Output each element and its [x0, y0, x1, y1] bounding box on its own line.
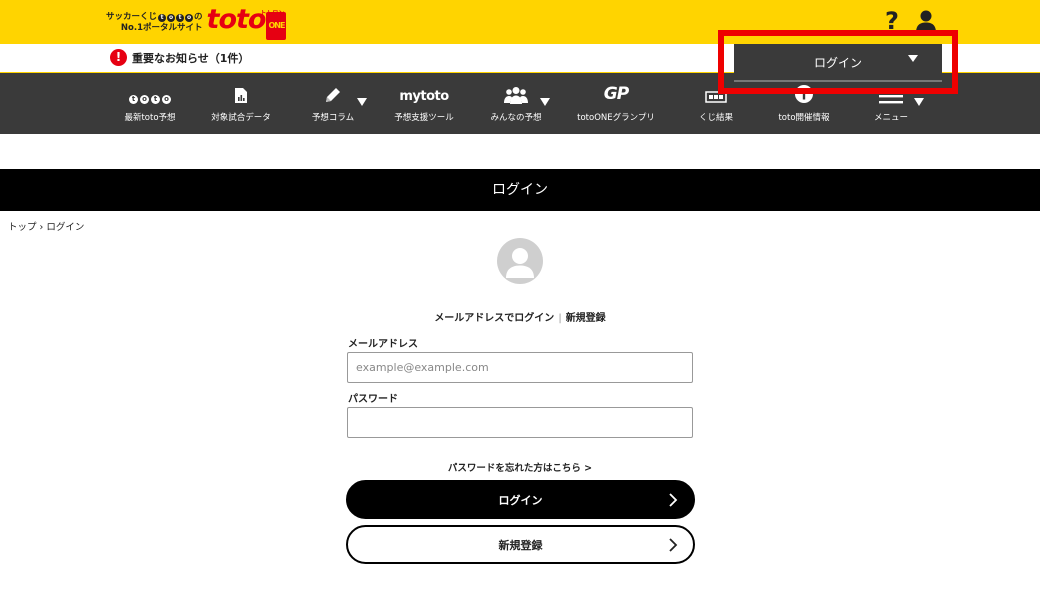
- password-label: パスワード: [348, 394, 398, 405]
- nav-item-everyone-prediction[interactable]: みんなの予想: [466, 73, 566, 134]
- gp-text: GP: [603, 84, 629, 104]
- group-icon: [466, 73, 566, 107]
- nav-label: くじ結果: [698, 113, 733, 123]
- breadcrumb: トップ › ログイン: [8, 219, 84, 233]
- breadcrumb-current: ログイン: [46, 222, 85, 233]
- toto-balls-icon: t o t o: [100, 73, 200, 107]
- breadcrumb-home-link[interactable]: トップ: [8, 222, 37, 233]
- logo-ball: o: [167, 13, 176, 22]
- forgot-password-link[interactable]: パスワードを忘れた方はこちら >: [0, 460, 1040, 474]
- password-field[interactable]: [347, 407, 693, 438]
- chevron-down-icon: [357, 98, 367, 106]
- nav-item-prediction-column[interactable]: 予想コラム: [283, 73, 383, 134]
- chevron-down-icon: [914, 98, 924, 106]
- nav-label: 最新toto予想: [124, 113, 176, 123]
- mytoto-text: mytoto: [399, 89, 449, 104]
- toto-ball: t: [151, 95, 160, 104]
- nav-label: 予想支援ツール: [394, 113, 454, 123]
- chevron-right-icon: [669, 493, 678, 507]
- logo-kana: トトワン: [260, 10, 285, 17]
- nav-item-results[interactable]: くじ結果: [666, 73, 766, 134]
- site-logo[interactable]: サッカーくじ t o t o の No.1ポータルサイト toto ONE トトワ…: [106, 6, 287, 40]
- logo-ball: o: [185, 13, 194, 22]
- nav-label: toto開催情報: [778, 113, 830, 123]
- page-title: ログイン: [0, 169, 1040, 211]
- avatar-placeholder-icon: [497, 238, 543, 284]
- logo-ball: t: [176, 13, 185, 22]
- login-button-label: ログイン: [498, 493, 543, 507]
- logo-tagline: サッカーくじ t o t o の No.1ポータルサイト: [106, 12, 203, 34]
- nav-label: メニュー: [873, 113, 908, 123]
- important-notice-link[interactable]: ! 重要なお知らせ（1件）: [110, 49, 249, 66]
- nav-label: 予想コラム: [311, 113, 355, 123]
- tab-separator: |: [558, 313, 562, 324]
- toto-ball: t: [129, 95, 138, 104]
- logo-tagline-portal: No.1ポータルサイト: [120, 23, 203, 33]
- user-account-icon[interactable]: [914, 9, 938, 33]
- nav-label: みんなの予想: [490, 113, 542, 123]
- toto-ball: o: [162, 95, 171, 104]
- top-header: サッカーくじ t o t o の No.1ポータルサイト toto ONE トトワ…: [0, 0, 1040, 44]
- breadcrumb-separator: ›: [39, 222, 44, 233]
- user-silhouette-icon: [916, 10, 936, 33]
- email-field[interactable]: [347, 352, 693, 383]
- chevron-down-icon: [540, 98, 550, 106]
- toto-ball: o: [140, 95, 149, 104]
- gp-icon: GP: [566, 73, 666, 107]
- nav-item-menu[interactable]: メニュー: [841, 73, 941, 134]
- document-chart-icon: [191, 73, 291, 107]
- logo-tagline-text: サッカーくじ: [106, 12, 158, 22]
- pencil-icon: [283, 73, 383, 107]
- tab-email-login[interactable]: メールアドレスでログイン: [434, 313, 554, 324]
- tab-register[interactable]: 新規登録: [566, 313, 606, 324]
- nav-item-grand-prix[interactable]: GP totoONEグランプリ: [566, 73, 666, 134]
- login-dropdown-label: ログイン: [813, 55, 862, 70]
- chevron-down-icon: [908, 55, 918, 62]
- nav-item-toto-info[interactable]: toto開催情報: [754, 73, 854, 134]
- help-icon[interactable]: ?: [880, 8, 904, 34]
- email-label: メールアドレス: [348, 339, 418, 350]
- logo-wordmark: toto ONE トトワン: [207, 6, 287, 40]
- nav-item-support-tools[interactable]: mytoto 予想支援ツール: [374, 73, 474, 134]
- login-dropdown-button[interactable]: ログイン: [734, 44, 942, 82]
- login-button[interactable]: ログイン: [346, 480, 695, 519]
- logo-word-text: toto: [206, 4, 267, 35]
- nav-item-latest-toto[interactable]: t o t o 最新toto予想: [100, 73, 200, 134]
- login-method-tabs: メールアドレスでログイン | 新規登録: [0, 309, 1040, 324]
- nav-label: 対象試合データ: [211, 113, 271, 123]
- main-nav: t o t o 最新toto予想 対象試合データ 予想コラム mytoto 予想…: [0, 73, 1040, 134]
- register-button-label: 新規登録: [498, 538, 543, 552]
- mytoto-logo-icon: mytoto: [374, 73, 474, 107]
- nav-item-match-data[interactable]: 対象試合データ: [191, 73, 291, 134]
- nav-label: totoONEグランプリ: [577, 113, 655, 123]
- register-button[interactable]: 新規登録: [346, 525, 695, 564]
- alert-icon: !: [110, 49, 127, 66]
- logo-ball: t: [158, 13, 167, 22]
- logo-tagline-suffix: の: [194, 12, 203, 22]
- notice-label: 重要なお知らせ（1件）: [132, 51, 250, 65]
- chevron-right-icon: [669, 538, 678, 552]
